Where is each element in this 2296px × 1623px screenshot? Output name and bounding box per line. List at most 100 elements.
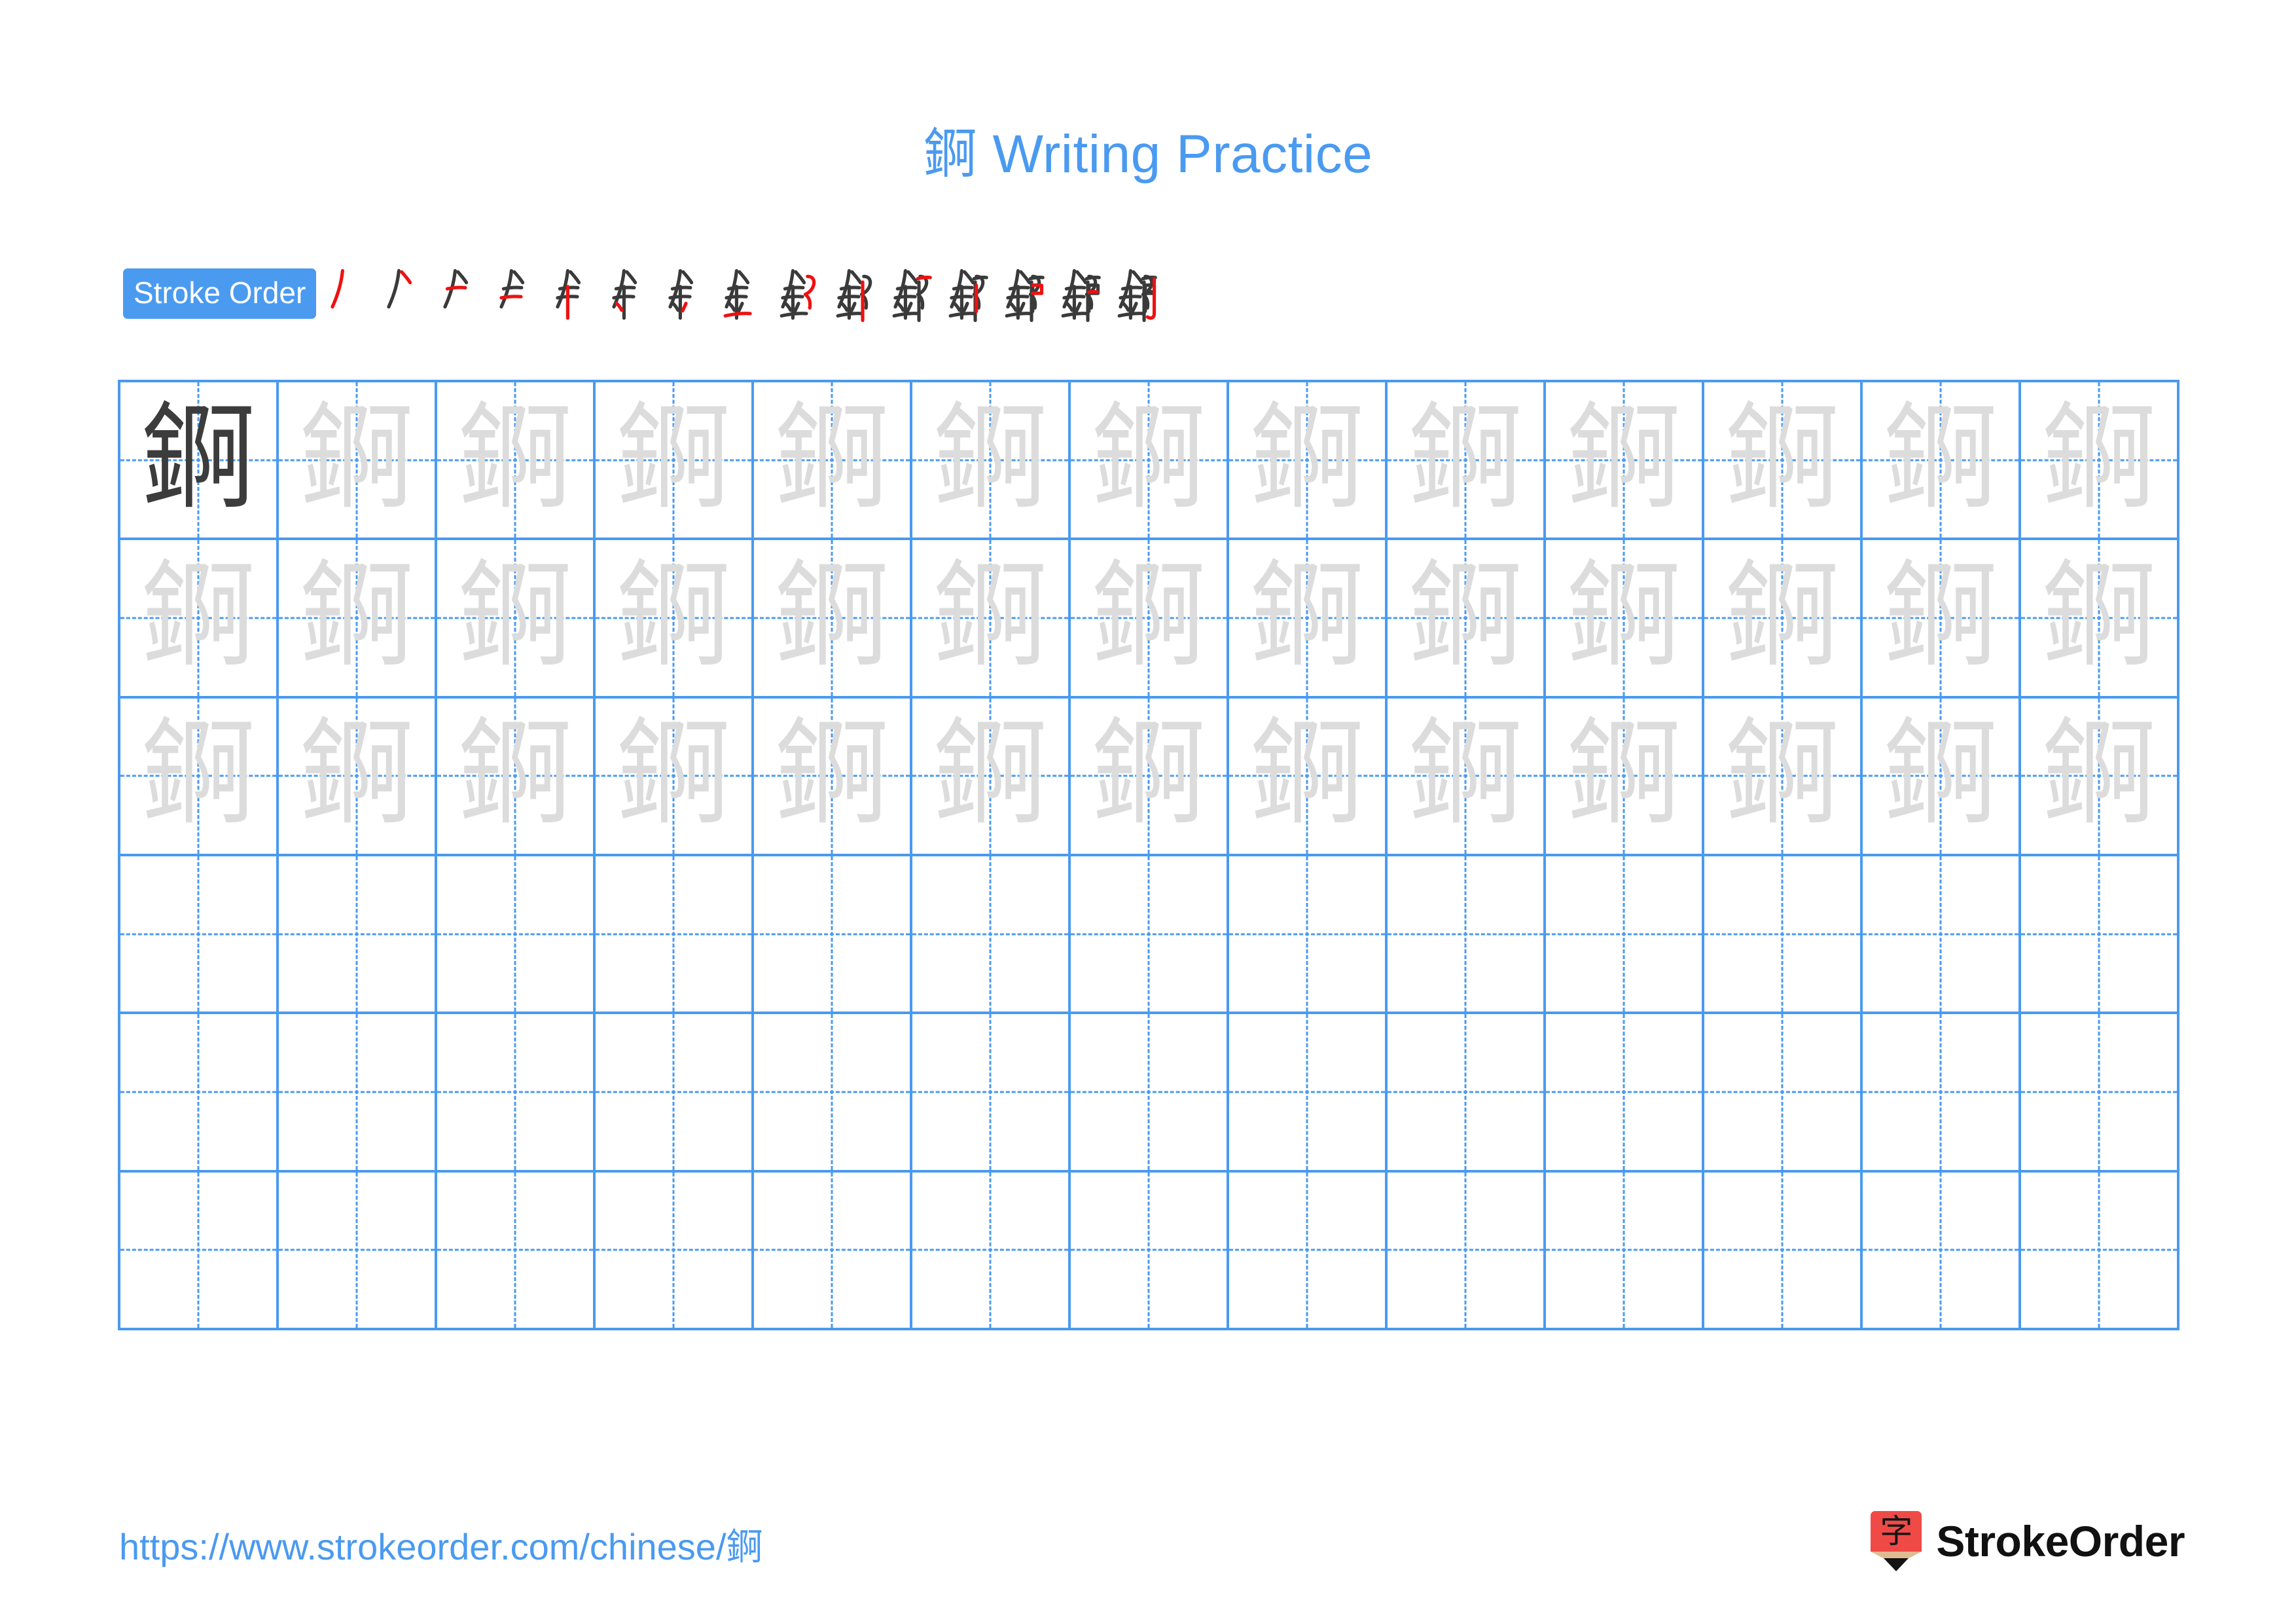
practice-cell[interactable] — [596, 1014, 754, 1173]
practice-cell[interactable]: 錒 — [596, 382, 754, 541]
stroke-done — [727, 301, 736, 312]
stroke-new — [615, 301, 624, 312]
practice-cell[interactable]: 錒 — [912, 540, 1071, 699]
stroke-done — [962, 301, 969, 313]
practice-cell[interactable] — [1704, 856, 1863, 1015]
practice-cell[interactable] — [437, 1014, 596, 1173]
page-title-character: 錒 — [923, 123, 978, 185]
stroke-done — [738, 270, 750, 285]
practice-cell[interactable] — [1229, 1172, 1388, 1330]
practice-cell[interactable] — [912, 1172, 1071, 1330]
practice-cell[interactable]: 錒 — [1863, 382, 2021, 541]
practice-cell[interactable] — [1863, 1172, 2021, 1330]
practice-cell[interactable] — [1863, 856, 2021, 1015]
practice-cell[interactable]: 錒 — [1704, 540, 1863, 699]
practice-cell[interactable] — [912, 1014, 1071, 1173]
practice-cell[interactable]: 錒 — [1863, 540, 2021, 699]
practice-cell[interactable] — [2021, 1014, 2179, 1173]
practice-cell[interactable] — [1546, 1014, 1704, 1173]
practice-cell[interactable]: 錒 — [1071, 698, 1229, 856]
practice-cell[interactable]: 錒 — [754, 382, 912, 541]
practice-cell[interactable] — [1071, 1014, 1229, 1173]
practice-cell[interactable]: 錒 — [279, 382, 437, 541]
practice-cell[interactable]: 錒 — [2021, 382, 2179, 541]
practice-cell[interactable] — [1388, 1014, 1546, 1173]
practice-cell[interactable]: 錒 — [1071, 382, 1229, 541]
practice-cell[interactable]: 錒 — [1388, 698, 1546, 856]
practice-cell[interactable] — [754, 1172, 912, 1330]
practice-cell[interactable] — [1546, 1172, 1704, 1330]
practice-cell[interactable] — [120, 856, 279, 1015]
stroke-new — [916, 276, 933, 281]
practice-cell[interactable]: 錒 — [437, 382, 596, 541]
trace-character: 錒 — [298, 390, 414, 525]
practice-cell[interactable]: 錒 — [1229, 698, 1388, 856]
practice-cell[interactable] — [279, 1172, 437, 1330]
stroke-frame-11 — [883, 254, 939, 333]
practice-cell[interactable] — [2021, 856, 2179, 1015]
footer-url-character: 錒 — [726, 1526, 763, 1569]
practice-cell[interactable] — [1546, 856, 1704, 1015]
practice-cell[interactable]: 錒 — [754, 698, 912, 856]
practice-cell[interactable]: 錒 — [279, 540, 437, 699]
practice-cell[interactable]: 錒 — [1229, 382, 1388, 541]
practice-cell[interactable]: 錒 — [437, 698, 596, 856]
practice-cell[interactable]: 錒 — [120, 540, 279, 699]
cell-horizontal-guide — [279, 1249, 435, 1251]
practice-cell[interactable]: 錒 — [2021, 698, 2179, 856]
practice-cell[interactable]: 錒 — [1388, 540, 1546, 699]
practice-cell[interactable] — [1388, 856, 1546, 1015]
practice-cell[interactable] — [120, 1014, 279, 1173]
practice-cell[interactable]: 錒 — [1546, 540, 1704, 699]
trace-character: 錒 — [2041, 548, 2157, 683]
stroke-frame-12 — [939, 254, 996, 333]
practice-cell[interactable]: 錒 — [1704, 382, 1863, 541]
practice-cell[interactable] — [1229, 1014, 1388, 1173]
practice-cell[interactable] — [1863, 1014, 2021, 1173]
stroke-done — [1029, 276, 1045, 281]
trace-character: 錒 — [932, 706, 1048, 841]
practice-cell[interactable]: 錒 — [754, 540, 912, 699]
practice-cell[interactable]: 錒 — [1704, 698, 1863, 856]
practice-cell[interactable] — [2021, 1172, 2179, 1330]
practice-cell[interactable]: 錒 — [1229, 540, 1388, 699]
practice-cell[interactable] — [437, 1172, 596, 1330]
practice-cell[interactable]: 錒 — [1388, 382, 1546, 541]
footer-url[interactable]: https://www.strokeorder.com/chinese/錒 — [119, 1518, 763, 1571]
practice-cell[interactable]: 錒 — [437, 540, 596, 699]
practice-cell[interactable] — [596, 1172, 754, 1330]
practice-cell[interactable]: 錒 — [120, 382, 279, 541]
cell-horizontal-guide — [437, 1249, 593, 1251]
practice-cell[interactable]: 錒 — [1863, 698, 2021, 856]
practice-cell[interactable]: 錒 — [912, 382, 1071, 541]
practice-cell[interactable] — [279, 1014, 437, 1173]
practice-cell[interactable]: 錒 — [1071, 540, 1229, 699]
practice-cell[interactable] — [437, 856, 596, 1015]
practice-cell[interactable] — [120, 1172, 279, 1330]
cell-horizontal-guide — [1863, 1249, 2018, 1251]
practice-cell[interactable] — [279, 856, 437, 1015]
practice-cell[interactable] — [1229, 856, 1388, 1015]
cell-horizontal-guide — [1704, 1091, 1860, 1093]
practice-cell[interactable]: 錒 — [120, 698, 279, 856]
practice-cell[interactable]: 錒 — [279, 698, 437, 856]
cell-horizontal-guide — [279, 933, 435, 936]
trace-character: 錒 — [1249, 548, 1365, 683]
practice-cell[interactable]: 錒 — [912, 698, 1071, 856]
practice-cell[interactable]: 錒 — [596, 698, 754, 856]
practice-cell[interactable] — [754, 1014, 912, 1173]
practice-cell[interactable]: 錒 — [596, 540, 754, 699]
practice-cell[interactable]: 錒 — [1546, 698, 1704, 856]
practice-cell[interactable] — [1388, 1172, 1546, 1330]
trace-character: 錒 — [615, 548, 731, 683]
practice-cell[interactable] — [754, 856, 912, 1015]
practice-cell[interactable] — [1704, 1014, 1863, 1173]
practice-cell[interactable] — [1071, 1172, 1229, 1330]
practice-cell[interactable] — [1704, 1172, 1863, 1330]
stroke-done — [502, 285, 524, 291]
practice-cell[interactable]: 錒 — [1546, 382, 1704, 541]
practice-cell[interactable] — [596, 856, 754, 1015]
practice-cell[interactable]: 錒 — [2021, 540, 2179, 699]
practice-cell[interactable] — [912, 856, 1071, 1015]
practice-cell[interactable] — [1071, 856, 1229, 1015]
